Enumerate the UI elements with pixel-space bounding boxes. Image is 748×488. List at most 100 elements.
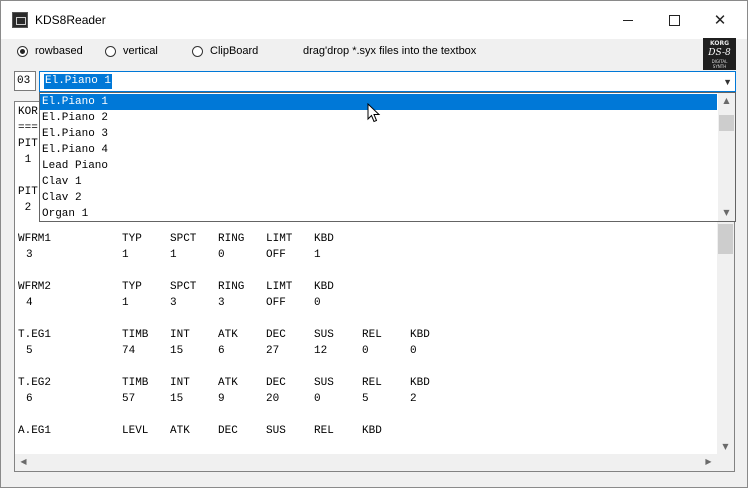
param-header: ATK <box>218 329 238 341</box>
param-header: LIMT <box>266 233 293 245</box>
param-header: INT <box>170 377 190 389</box>
param-value: 74 <box>122 345 136 357</box>
dropdown-scroll-thumb[interactable] <box>719 115 734 131</box>
radio-rowbased-indicator[interactable] <box>17 45 28 57</box>
param-header: REL <box>362 329 382 341</box>
param-value: 1 <box>122 249 129 261</box>
param-header: DEC <box>266 329 286 341</box>
horizontal-scrollbar[interactable]: ◀ ▶ <box>15 454 717 471</box>
text-line: === <box>18 122 38 134</box>
program-select-value: El.Piano 1 <box>44 74 113 89</box>
text-line: 1 <box>18 154 32 166</box>
param-header: KBD <box>410 329 430 341</box>
param-header: T.EG2 <box>18 377 52 389</box>
radio-vertical[interactable]: vertical <box>105 45 158 57</box>
param-value: 20 <box>266 393 280 405</box>
param-header: RING <box>218 233 245 245</box>
param-value: 9 <box>218 393 225 405</box>
param-value: 27 <box>266 345 280 357</box>
dropdown-option[interactable]: Clav 2 <box>40 190 700 206</box>
param-value: 3 <box>218 297 225 309</box>
param-value: 15 <box>170 345 184 357</box>
app-window: KDS8Reader ✕ rowbased vertical ClipBoard… <box>0 0 748 488</box>
param-value: OFF <box>266 249 286 261</box>
maximize-icon <box>668 14 680 26</box>
mouse-cursor-icon <box>367 103 381 123</box>
param-value: 0 <box>218 249 225 261</box>
scroll-left-icon[interactable]: ◀ <box>15 457 32 466</box>
param-value: 3 <box>170 297 177 309</box>
dropdown-option[interactable]: Lead Piano <box>40 158 700 174</box>
param-value: 3 <box>26 249 33 261</box>
dropdown-scroll-up-icon[interactable]: ▲ <box>718 96 735 105</box>
dropdown-scrollbar[interactable]: ▲ ▼ <box>718 93 735 221</box>
program-dropdown-list[interactable]: ▲ ▼ El.Piano 1 El.Piano 2 El.Piano 3 El.Pia… <box>39 92 736 222</box>
param-value: 0 <box>314 297 321 309</box>
program-select[interactable]: El.Piano 1 ▼ <box>39 71 736 92</box>
param-value: 0 <box>314 393 321 405</box>
dropdown-option[interactable]: Organ 1 <box>40 206 700 221</box>
param-header: KBD <box>314 233 334 245</box>
param-header: ATK <box>218 377 238 389</box>
dropdown-option[interactable]: El.Piano 4 <box>40 142 700 158</box>
param-value: 1 <box>314 249 321 261</box>
radio-rowbased[interactable]: rowbased <box>17 45 83 57</box>
dropdown-scroll-down-icon[interactable]: ▼ <box>718 208 735 217</box>
param-value: 1 <box>170 249 177 261</box>
param-value: 15 <box>170 393 184 405</box>
param-header: DEC <box>218 425 238 437</box>
param-header: SUS <box>314 377 334 389</box>
dropdown-option[interactable]: El.Piano 3 <box>40 126 700 142</box>
minimize-button[interactable] <box>605 1 651 39</box>
radio-clipboard-label: ClipBoard <box>210 45 259 57</box>
param-header: WFRM2 <box>18 281 52 293</box>
param-header: A.EG1 <box>18 425 52 437</box>
scroll-right-icon[interactable]: ▶ <box>700 457 717 466</box>
param-header: SPCT <box>170 281 197 293</box>
close-button[interactable]: ✕ <box>697 1 743 39</box>
param-header: KBD <box>314 281 334 293</box>
text-line: KOR <box>18 106 38 118</box>
param-header: KBD <box>362 425 382 437</box>
radio-clipboard[interactable]: ClipBoard <box>192 45 258 57</box>
scroll-down-icon[interactable]: ▼ <box>717 442 734 451</box>
param-header: TYP <box>122 233 142 245</box>
param-value: 57 <box>122 393 136 405</box>
program-number-field[interactable]: 03 <box>14 71 36 91</box>
minimize-icon <box>623 19 633 21</box>
maximize-button[interactable] <box>651 1 697 39</box>
chevron-down-icon[interactable]: ▼ <box>723 77 732 87</box>
param-value: 2 <box>410 393 417 405</box>
param-header: T.EG1 <box>18 329 52 341</box>
param-header: KBD <box>410 377 430 389</box>
param-header: SPCT <box>170 233 197 245</box>
title-bar[interactable]: KDS8Reader ✕ <box>1 1 747 39</box>
param-value: 1 <box>122 297 129 309</box>
param-header: RING <box>218 281 245 293</box>
param-header: SUS <box>314 329 334 341</box>
scroll-corner <box>717 454 734 471</box>
dropdown-option[interactable]: Clav 1 <box>40 174 700 190</box>
radio-vertical-label: vertical <box>123 45 158 57</box>
param-header: ATK <box>170 425 190 437</box>
radio-clipboard-indicator[interactable] <box>192 45 203 57</box>
param-header: DEC <box>266 377 286 389</box>
param-value: 5 <box>362 393 369 405</box>
app-icon <box>12 12 28 28</box>
vertical-scroll-thumb[interactable] <box>718 224 733 254</box>
param-value: 6 <box>26 393 33 405</box>
param-value: 0 <box>362 345 369 357</box>
text-line: PIT <box>18 186 38 198</box>
radio-rowbased-label: rowbased <box>35 45 83 57</box>
param-header: TIMB <box>122 377 149 389</box>
param-value: 6 <box>218 345 225 357</box>
param-header: TYP <box>122 281 142 293</box>
param-header: INT <box>170 329 190 341</box>
param-value: 12 <box>314 345 328 357</box>
param-header: SUS <box>266 425 286 437</box>
param-header: LEVL <box>122 425 149 437</box>
param-header: REL <box>362 377 382 389</box>
param-value: 4 <box>26 297 33 309</box>
radio-vertical-indicator[interactable] <box>105 45 116 57</box>
param-value: OFF <box>266 297 286 309</box>
